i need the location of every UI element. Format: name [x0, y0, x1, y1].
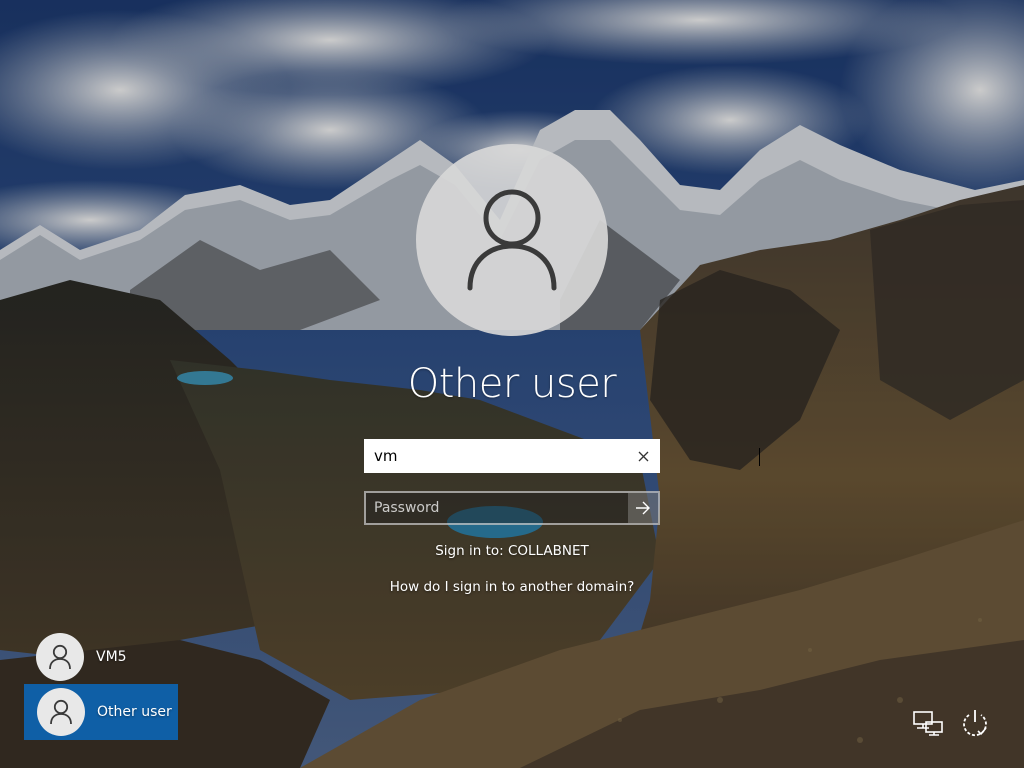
other-domain-link[interactable]: How do I sign in to another domain?: [312, 579, 712, 595]
submit-button[interactable]: [628, 493, 658, 523]
tile-label: VM5: [96, 649, 127, 665]
user-icon: [467, 189, 557, 291]
user-tile-vm5[interactable]: VM5: [24, 629, 178, 685]
lock-screen: Other user Sign in to: COLLABNET How do …: [0, 0, 1024, 768]
network-button[interactable]: [911, 706, 945, 740]
power-button[interactable]: [958, 706, 992, 740]
text-caret: [759, 448, 760, 466]
arrow-right-icon: [636, 501, 650, 515]
username-field[interactable]: [364, 439, 760, 473]
password-input[interactable]: [366, 493, 628, 523]
password-field[interactable]: [364, 491, 660, 525]
tile-avatar: [36, 633, 84, 681]
clear-button[interactable]: [628, 441, 658, 471]
close-icon: [638, 451, 648, 461]
power-icon: [963, 710, 987, 737]
user-tile-other-user[interactable]: Other user: [24, 684, 178, 740]
user-icon: [49, 644, 71, 670]
sign-in-domain-text: Sign in to: COLLABNET: [435, 543, 589, 559]
tile-label: Other user: [97, 704, 172, 720]
user-avatar: [416, 144, 608, 336]
username-input[interactable]: [366, 441, 628, 471]
tile-avatar: [37, 688, 85, 736]
network-icon: [913, 711, 943, 736]
user-icon: [50, 699, 72, 725]
account-name: Other user: [407, 361, 617, 407]
